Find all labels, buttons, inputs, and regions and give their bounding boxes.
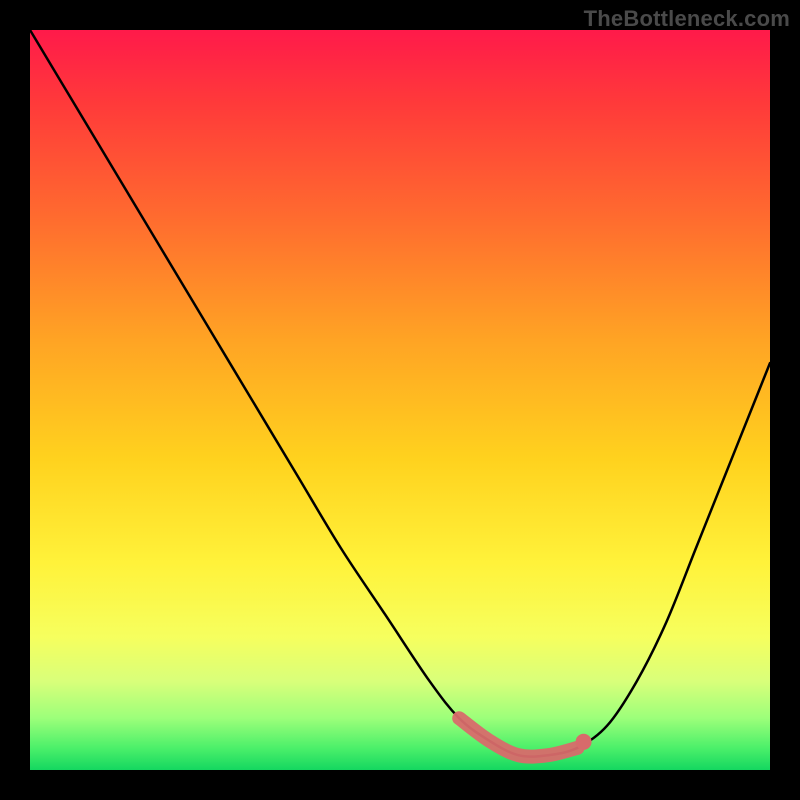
chart-plot-area (30, 30, 770, 770)
valley-marker (459, 718, 577, 756)
bottleneck-curve-svg (30, 30, 770, 770)
valley-marker-dot (576, 734, 592, 750)
chart-frame: TheBottleneck.com (0, 0, 800, 800)
watermark-text: TheBottleneck.com (584, 6, 790, 32)
bottleneck-curve (30, 30, 770, 757)
